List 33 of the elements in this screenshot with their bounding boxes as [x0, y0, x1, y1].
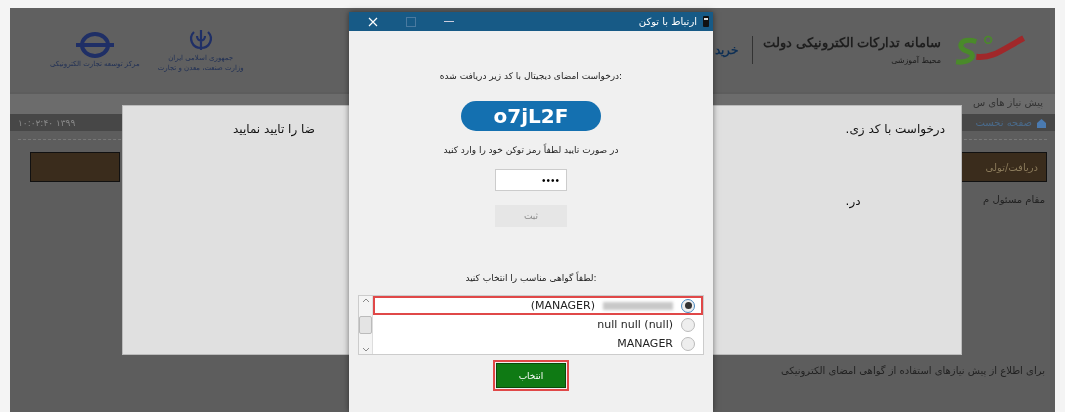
- scroll-down-icon[interactable]: [361, 347, 370, 352]
- pin-prompt: در صورت تایید لطفاً رمز توکن خود را وارد کنید: [443, 145, 619, 155]
- home-icon: [1036, 117, 1047, 128]
- close-icon: [368, 16, 378, 27]
- action-button[interactable]: دریافت/تولی: [959, 152, 1047, 182]
- choose-button[interactable]: انتخاب: [496, 363, 566, 388]
- scrollbar[interactable]: [359, 296, 373, 354]
- date-time: ۱۰:۰۲:۴۰ ۱۳۹۹: [18, 117, 76, 128]
- certificate-item[interactable]: (MANAGER): [373, 296, 703, 315]
- certificate-label: MANAGER: [617, 337, 673, 350]
- radio-button[interactable]: [681, 336, 695, 351]
- certificate-label: (MANAGER): [530, 299, 595, 312]
- radio-button[interactable]: [681, 317, 695, 332]
- dialog-title: ارتباط با توکن: [637, 16, 697, 27]
- certificate-prompt: لطفاً گواهی مناسب را انتخاب کنید:: [465, 273, 597, 283]
- modal-text: ضا را تایید نمایید: [233, 122, 315, 136]
- certificate-item[interactable]: MANAGER: [373, 334, 703, 353]
- site-title: سامانه تدارکات الکترونیکی دولت: [763, 35, 941, 50]
- modal-text: .درخواست با کد زی: [845, 122, 945, 136]
- body-text: مقام مسئول م: [982, 193, 1046, 205]
- token-icon: [703, 16, 709, 27]
- radio-button[interactable]: [681, 298, 695, 313]
- maximize-icon: [406, 16, 416, 27]
- request-text: درخواست امضای دیجیتال با کد زیر دریافت شده:: [439, 71, 623, 81]
- request-code: o7jL2F: [461, 101, 601, 131]
- certificate-item[interactable]: null null (null): [373, 315, 703, 334]
- scroll-up-icon[interactable]: [361, 298, 370, 303]
- modal-text: .در: [845, 194, 861, 208]
- pin-field[interactable]: ••••: [495, 169, 567, 191]
- dark-button[interactable]: [30, 152, 120, 182]
- site-subtitle: محیط آموزشی: [891, 56, 941, 65]
- certificate-label: null null (null): [597, 318, 673, 331]
- minimize-icon: [444, 20, 454, 23]
